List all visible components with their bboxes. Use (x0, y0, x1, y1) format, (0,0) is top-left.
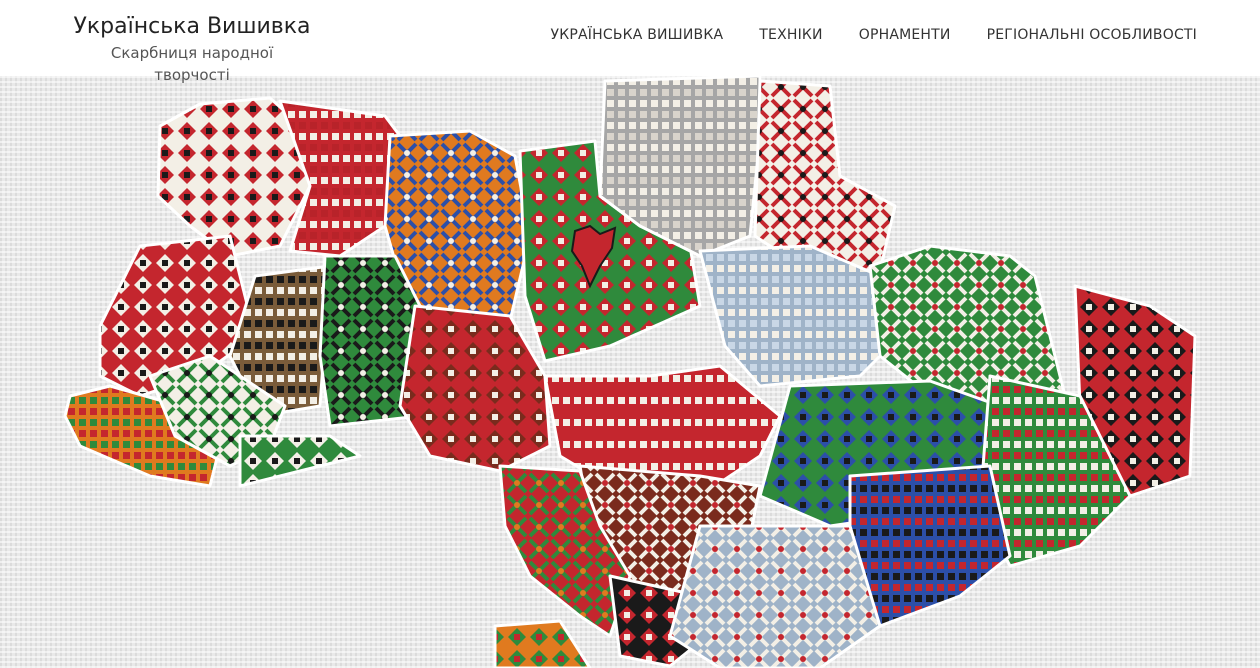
site-header: Українська Вишивка Скарбниця народної тв… (0, 0, 1260, 84)
nav-item-regional-features[interactable]: РЕГІОНАЛЬНІ ОСОБЛИВОСТІ (987, 26, 1197, 44)
nav-item-techniques[interactable]: ТЕХНІКИ (759, 26, 822, 44)
region-chernivtsi[interactable] (238, 434, 362, 488)
region-crimea[interactable] (493, 619, 592, 668)
region-vinnytsia[interactable] (398, 304, 552, 473)
region-kherson[interactable] (668, 524, 882, 668)
brand[interactable]: Українська Вишивка Скарбниця народної тв… (72, 12, 312, 86)
site-tagline: Скарбниця народної творчості (110, 44, 274, 84)
region-sumy[interactable] (753, 79, 897, 273)
ukraine-embroidery-map (63, 76, 1197, 668)
hero-embroidery-map (0, 76, 1260, 668)
nav-item-ornaments[interactable]: ОРНАМЕНТИ (859, 26, 951, 44)
main-nav: УКРАЇНСЬКА ВИШИВКА ТЕХНІКИ ОРНАМЕНТИ РЕГ… (551, 26, 1197, 44)
nav-item-ukrainian-embroidery[interactable]: УКРАЇНСЬКА ВИШИВКА (551, 26, 724, 44)
site-title[interactable]: Українська Вишивка (72, 12, 312, 42)
